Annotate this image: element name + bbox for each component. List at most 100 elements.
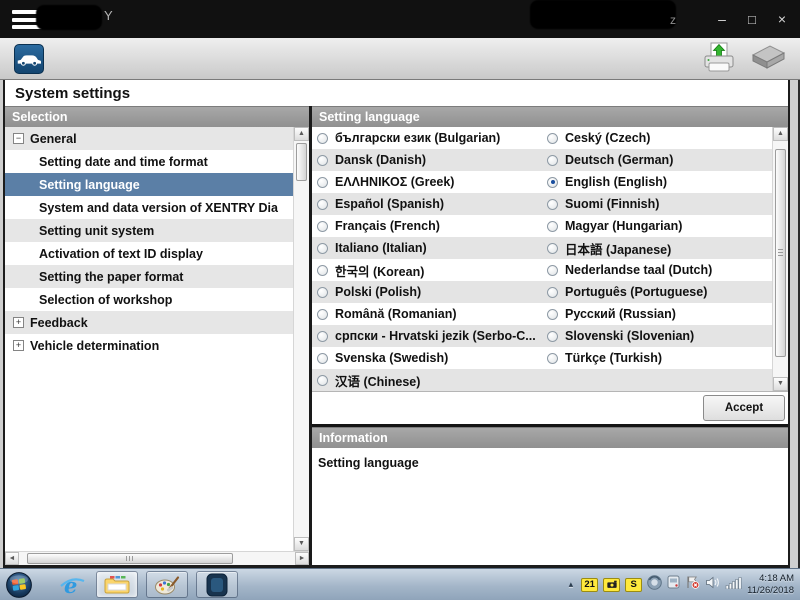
language-option[interactable]: ΕΛΛΗΝΙΚΟΣ (Greek) bbox=[312, 171, 542, 193]
tree-collapse-icon[interactable]: − bbox=[13, 133, 24, 144]
tree-horizontal-scrollbar[interactable]: ◄ ► bbox=[5, 551, 309, 565]
radio-icon[interactable] bbox=[547, 177, 558, 188]
scroll-up-icon[interactable]: ▲ bbox=[773, 127, 788, 141]
start-button[interactable] bbox=[6, 572, 32, 598]
language-option[interactable]: 汉语 (Chinese) bbox=[312, 369, 542, 391]
language-label: 汉语 (Chinese) bbox=[335, 371, 420, 390]
radio-icon[interactable] bbox=[317, 353, 328, 364]
language-option[interactable]: Nederlandse taal (Dutch) bbox=[542, 259, 772, 281]
radio-icon[interactable] bbox=[547, 155, 558, 166]
radio-icon[interactable] bbox=[317, 265, 328, 276]
tree-item[interactable]: Setting the paper format bbox=[5, 265, 293, 288]
accept-button[interactable]: Accept bbox=[703, 395, 785, 421]
radio-icon[interactable] bbox=[547, 133, 558, 144]
tree-item[interactable]: Setting language bbox=[5, 173, 293, 196]
tree-vertical-scrollbar[interactable]: ▲ ▼ bbox=[293, 127, 309, 551]
scroll-right-icon[interactable]: ► bbox=[295, 552, 309, 565]
tree-item[interactable]: Setting date and time format bbox=[5, 150, 293, 173]
language-panel-header: Setting language bbox=[312, 106, 788, 127]
tray-round-icon[interactable] bbox=[647, 575, 662, 595]
tree-item-label: Setting the paper format bbox=[39, 270, 183, 284]
scroll-down-icon[interactable]: ▼ bbox=[773, 377, 788, 391]
language-option[interactable]: Português (Portuguese) bbox=[542, 281, 772, 303]
language-option[interactable]: српски - Hrvatski jezik (Serbo-C... bbox=[312, 325, 542, 347]
tree-item[interactable]: +Feedback bbox=[5, 311, 293, 334]
radio-icon[interactable] bbox=[547, 265, 558, 276]
language-option[interactable]: Español (Spanish) bbox=[312, 193, 542, 215]
radio-icon[interactable] bbox=[317, 221, 328, 232]
radio-icon[interactable] bbox=[317, 199, 328, 210]
language-vertical-scrollbar[interactable]: ▲ ▼ bbox=[772, 127, 788, 391]
radio-icon[interactable] bbox=[547, 199, 558, 210]
radio-icon[interactable] bbox=[547, 309, 558, 320]
radio-icon[interactable] bbox=[547, 353, 558, 364]
tray-chevron-up-icon[interactable]: ▴ bbox=[566, 579, 577, 590]
tree-item[interactable]: −General bbox=[5, 127, 293, 150]
language-option[interactable]: Русский (Russian) bbox=[542, 303, 772, 325]
volume-icon[interactable] bbox=[705, 576, 720, 594]
radio-icon[interactable] bbox=[317, 155, 328, 166]
radio-icon[interactable] bbox=[317, 287, 328, 298]
tree-item[interactable]: Selection of workshop bbox=[5, 288, 293, 311]
tray-device-icon[interactable] bbox=[603, 578, 620, 592]
language-option[interactable]: Magyar (Hungarian) bbox=[542, 215, 772, 237]
taskbar-clock[interactable]: 4:18 AM 11/26/2018 bbox=[747, 573, 797, 597]
language-option[interactable]: Ceský (Czech) bbox=[542, 127, 772, 149]
language-grid: български език (Bulgarian)Ceský (Czech)D… bbox=[312, 127, 772, 391]
language-option[interactable]: 日本語 (Japanese) bbox=[542, 237, 772, 259]
action-center-flag-icon[interactable] bbox=[685, 575, 700, 594]
language-scrollbar-thumb[interactable] bbox=[775, 149, 786, 357]
language-row: Italiano (Italian)日本語 (Japanese) bbox=[312, 237, 772, 259]
language-option[interactable]: Polski (Polish) bbox=[312, 281, 542, 303]
tree-hscrollbar-thumb[interactable] bbox=[27, 553, 233, 564]
tree-item[interactable]: Setting unit system bbox=[5, 219, 293, 242]
xentry-app-button[interactable] bbox=[196, 571, 238, 598]
print-button[interactable] bbox=[702, 41, 736, 80]
tray-s-icon[interactable]: S bbox=[625, 578, 642, 592]
tree-item[interactable]: System and data version of XENTRY Dia bbox=[5, 196, 293, 219]
tree-expand-icon[interactable]: + bbox=[13, 340, 24, 351]
language-option[interactable]: Slovenski (Slovenian) bbox=[542, 325, 772, 347]
radio-icon[interactable] bbox=[317, 331, 328, 342]
language-option[interactable]: 한국의 (Korean) bbox=[312, 259, 542, 281]
file-explorer-button[interactable] bbox=[96, 571, 138, 598]
manual-button[interactable] bbox=[746, 42, 790, 79]
tree-item[interactable]: Activation of text ID display bbox=[5, 242, 293, 265]
radio-icon[interactable] bbox=[317, 133, 328, 144]
system-settings-window: System settings Selection −GeneralSettin… bbox=[3, 80, 790, 568]
radio-icon[interactable] bbox=[317, 177, 328, 188]
language-option[interactable]: Italiano (Italian) bbox=[312, 237, 542, 259]
minimize-icon[interactable]: – bbox=[718, 12, 726, 26]
language-option[interactable]: Français (French) bbox=[312, 215, 542, 237]
paint-button[interactable] bbox=[146, 571, 188, 598]
tree-item[interactable]: +Vehicle determination bbox=[5, 334, 293, 357]
radio-icon[interactable] bbox=[317, 243, 328, 254]
language-option[interactable]: Türkçe (Turkish) bbox=[542, 347, 772, 369]
scroll-down-icon[interactable]: ▼ bbox=[294, 537, 309, 551]
scroll-up-icon[interactable]: ▲ bbox=[294, 127, 309, 141]
information-panel-body: Setting language bbox=[312, 448, 788, 565]
radio-icon[interactable] bbox=[547, 287, 558, 298]
language-option[interactable]: Svenska (Swedish) bbox=[312, 347, 542, 369]
close-icon[interactable]: × bbox=[778, 12, 786, 26]
tray-hardware-icon[interactable] bbox=[667, 575, 680, 594]
language-option[interactable]: Suomi (Finnish) bbox=[542, 193, 772, 215]
maximize-icon[interactable]: □ bbox=[748, 13, 756, 26]
radio-icon[interactable] bbox=[547, 243, 558, 254]
radio-icon[interactable] bbox=[547, 331, 558, 342]
language-option[interactable]: Deutsch (German) bbox=[542, 149, 772, 171]
radio-icon[interactable] bbox=[547, 221, 558, 232]
language-option[interactable]: Dansk (Danish) bbox=[312, 149, 542, 171]
radio-icon[interactable] bbox=[317, 309, 328, 320]
tree-scrollbar-thumb[interactable] bbox=[296, 143, 307, 181]
internet-explorer-button[interactable]: e bbox=[58, 571, 88, 599]
radio-icon[interactable] bbox=[317, 375, 328, 386]
tray-badge-21[interactable]: 21 bbox=[581, 578, 598, 592]
language-option[interactable]: English (English) bbox=[542, 171, 772, 193]
tree-expand-icon[interactable]: + bbox=[13, 317, 24, 328]
network-signal-icon[interactable] bbox=[725, 576, 742, 594]
scroll-left-icon[interactable]: ◄ bbox=[5, 552, 19, 565]
vehicle-button[interactable] bbox=[14, 44, 44, 74]
language-option[interactable]: Română (Romanian) bbox=[312, 303, 542, 325]
language-option[interactable]: български език (Bulgarian) bbox=[312, 127, 542, 149]
